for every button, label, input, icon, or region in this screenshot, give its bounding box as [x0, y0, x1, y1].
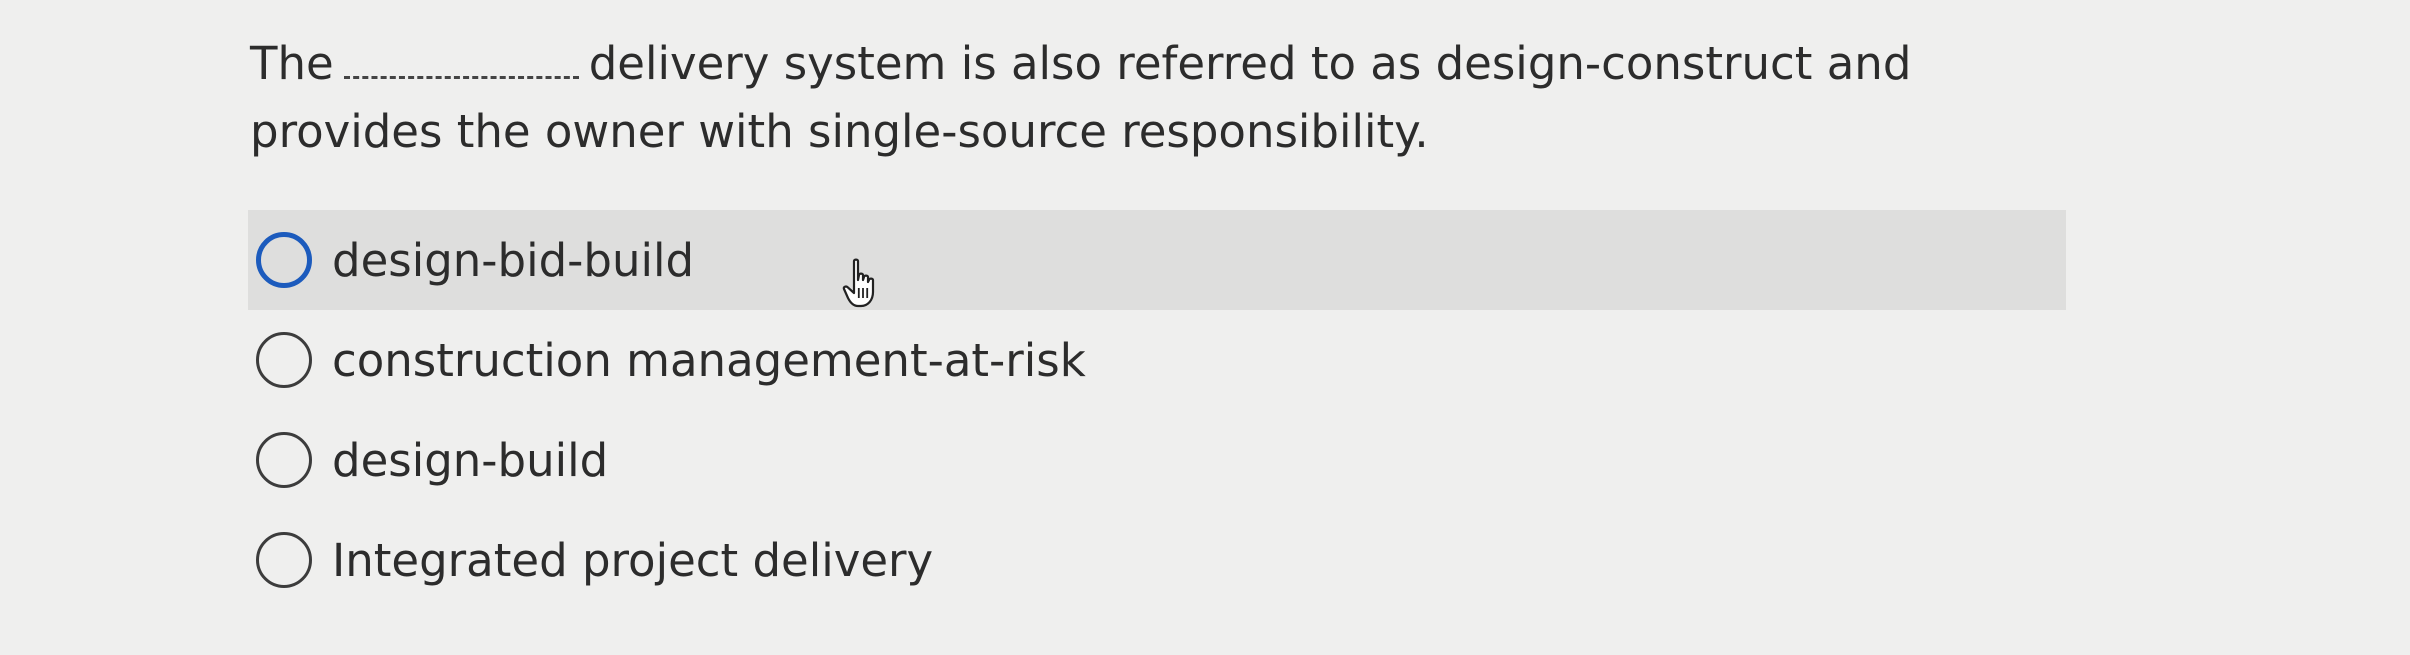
radio-button[interactable]	[256, 532, 312, 588]
option-label: Integrated project delivery	[332, 533, 934, 587]
hand-pointer-cursor-icon	[842, 258, 875, 308]
answer-blank	[343, 38, 579, 79]
radio-button[interactable]	[256, 432, 312, 488]
option-design-bid-build[interactable]: design-bid-build	[248, 210, 2066, 310]
answer-options: design-bid-build construction management…	[248, 210, 2066, 610]
option-integrated-project-delivery[interactable]: Integrated project delivery	[248, 510, 2066, 610]
radio-button[interactable]	[256, 232, 312, 288]
question-text: The delivery system is also referred to a…	[250, 30, 2070, 166]
option-design-build[interactable]: design-build	[248, 410, 2066, 510]
option-label: design-build	[332, 433, 609, 487]
option-label: design-bid-build	[332, 233, 695, 287]
question-before-blank: The	[250, 37, 334, 90]
option-label: construction management-at-risk	[332, 333, 1086, 387]
radio-button[interactable]	[256, 332, 312, 388]
option-construction-management-at-risk[interactable]: construction management-at-risk	[248, 310, 2066, 410]
